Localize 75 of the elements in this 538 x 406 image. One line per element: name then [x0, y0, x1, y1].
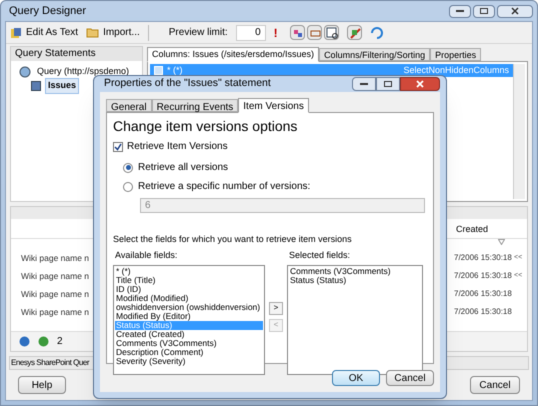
list-item[interactable]: Title (Title) — [115, 276, 263, 285]
clear-icon[interactable] — [346, 25, 362, 40]
scrollbar[interactable] — [513, 64, 525, 199]
edit-as-text-button[interactable]: Edit As Text — [10, 25, 78, 40]
selected-fields-list[interactable]: Comments (V3Comments) Status (Status) — [287, 265, 423, 375]
table-cell-text: 7/2006 15:30:18 — [454, 270, 513, 282]
tab[interactable]: Properties — [430, 48, 482, 61]
close-icon[interactable] — [497, 4, 533, 18]
add-column-icon[interactable] — [290, 25, 305, 40]
preview-icon[interactable] — [324, 25, 339, 40]
checkbox-icon[interactable] — [154, 66, 163, 75]
table-cell-text: Wiki page name n — [20, 306, 90, 318]
instruction-text: Select the fields for which you want to retrieve item versions — [113, 233, 353, 246]
page-number: 2 — [57, 335, 63, 349]
alert-mark: ! — [274, 24, 278, 42]
list-label: Selected fields: — [288, 248, 352, 262]
radio-label: Retrieve a specific number of versions: — [138, 180, 310, 194]
refresh-icon[interactable] — [370, 26, 384, 38]
table-cell-text: Wiki page name n — [20, 288, 90, 300]
radio-button[interactable] — [123, 162, 133, 172]
list-icon — [31, 81, 41, 91]
list-item[interactable]: Comments (V3Comments) — [115, 339, 263, 348]
ok-button[interactable]: OK — [332, 370, 380, 386]
dialog-title: Properties of the "Issues" statement — [103, 76, 271, 92]
tree-item[interactable]: Query (http://spsdemo) — [35, 65, 132, 79]
table-cell-text: 7/2006 15:30:18 — [454, 252, 513, 264]
table-cell-text: 7/2006 15:30:18 — [454, 306, 513, 318]
maximize-icon[interactable] — [376, 77, 400, 91]
minimize-icon[interactable] — [352, 77, 376, 91]
checkbox[interactable] — [113, 142, 123, 152]
tab[interactable]: Columns/Filtering/Sorting — [319, 48, 430, 61]
cancel-button[interactable]: Cancel — [386, 370, 434, 386]
list-item[interactable]: Comments (V3Comments) — [289, 267, 421, 276]
list-item[interactable]: Status (Status) — [289, 276, 421, 285]
filter-icon[interactable] — [498, 239, 505, 245]
maximize-icon[interactable] — [473, 4, 495, 18]
radio-label: Retrieve all versions — [138, 161, 228, 175]
list-item[interactable]: Severity (Severity) — [115, 357, 263, 366]
available-fields-list[interactable] — [113, 265, 265, 375]
import-button[interactable]: Import... — [86, 25, 140, 40]
list-item[interactable]: Modified (Modified) — [115, 294, 263, 303]
minimize-icon[interactable] — [449, 4, 471, 18]
edit-icon — [10, 26, 22, 38]
table-cell-text: 7/2006 15:30:18 — [454, 288, 513, 300]
folder-icon — [86, 27, 100, 38]
list-item[interactable]: Created (Created) — [115, 330, 263, 339]
cancel-button[interactable]: Cancel — [470, 376, 520, 394]
list-item[interactable]: * (*) — [115, 267, 263, 276]
help-button[interactable]: Help — [18, 376, 66, 394]
list-item[interactable]: ID (ID) — [115, 285, 263, 294]
tab[interactable]: General — [106, 99, 152, 112]
column-header[interactable]: Created — [454, 219, 514, 238]
tab[interactable]: Columns: Issues (/sites/ersdemo/Issues) — [147, 47, 320, 62]
preview-limit-label: Preview limit: — [168, 26, 228, 40]
checkbox-label: Retrieve Item Versions — [127, 140, 228, 154]
table-cell-text: Wiki page name n — [20, 270, 90, 282]
radio-button[interactable] — [123, 182, 133, 192]
add-field-button[interactable]: > — [269, 302, 283, 315]
list-item[interactable]: Modified By (Editor) — [115, 312, 263, 321]
section-heading: Change item versions options — [113, 117, 298, 135]
list-label: Available fields: — [114, 248, 178, 262]
status-text: Enesys SharePoint Quer — [10, 357, 90, 369]
preview-limit-field[interactable]: 0 — [236, 24, 266, 40]
table-cell-text: Wiki page name n — [20, 252, 90, 264]
column-name: * (*) — [154, 64, 182, 78]
column-value: SelectNonHiddenColumns — [403, 64, 509, 77]
tree-item[interactable]: Issues — [45, 78, 80, 94]
list-item[interactable]: owshiddenversion (owshiddenversion) — [115, 303, 263, 312]
tab[interactable]: Item Versions — [238, 98, 309, 113]
window-title: Query Designer — [9, 4, 86, 19]
panel-title: Query Statements — [11, 47, 142, 61]
list-item[interactable]: Description (Comment) — [115, 348, 263, 357]
close-icon[interactable] — [400, 77, 440, 91]
table-icon[interactable] — [306, 25, 322, 40]
tab[interactable]: Recurring Events — [152, 99, 238, 112]
